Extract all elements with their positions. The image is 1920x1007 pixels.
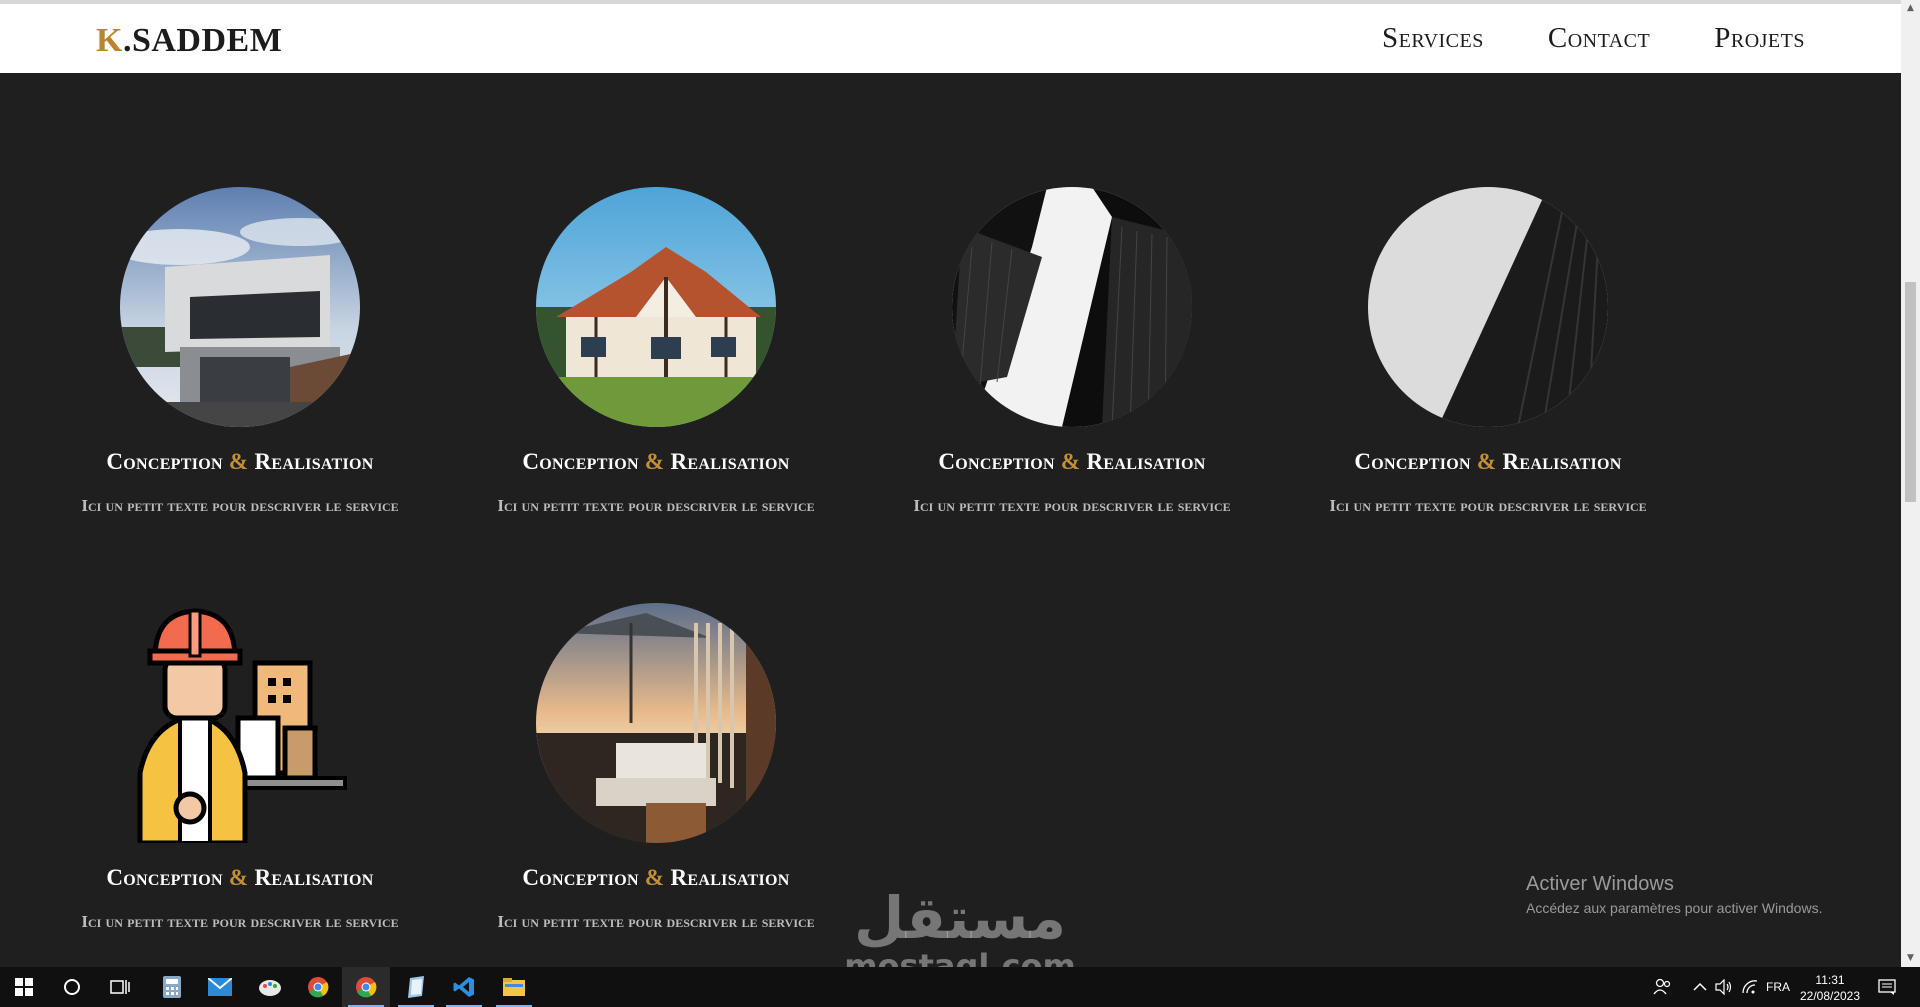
service-card: Conception & Realisation Ici un petit te…: [70, 187, 410, 517]
service-description: Ici un petit texte pour descriver le ser…: [913, 496, 1231, 515]
scroll-down-arrow-icon[interactable]: ▼: [1901, 950, 1920, 967]
nav-link-contact[interactable]: Contact: [1548, 22, 1650, 55]
service-card: Conception & Realisation Ici un petit te…: [70, 603, 410, 933]
service-description: Ici un petit texte pour descriver le ser…: [81, 912, 399, 931]
notifications-icon[interactable]: [1878, 967, 1896, 1007]
nav-link-projets[interactable]: Projets: [1714, 22, 1805, 55]
vertical-scrollbar[interactable]: ▲ ▼: [1901, 0, 1920, 967]
service-card: Conception & Realisation Ici un petit te…: [902, 187, 1242, 517]
service-title: Conception: [938, 449, 1055, 474]
volume-icon[interactable]: [1715, 967, 1733, 1007]
service-title: Conception: [522, 449, 639, 474]
windows-activation-notice: Activer Windows Accédez aux paramètres p…: [1526, 873, 1823, 916]
tudor-house-photo: [536, 187, 776, 427]
vscode-icon[interactable]: [440, 967, 488, 1007]
service-title: Conception: [106, 865, 223, 890]
service-description: Ici un petit texte pour descriver le ser…: [497, 912, 815, 931]
engineer-illustration: [120, 603, 360, 843]
scrollbar-thumb[interactable]: [1905, 282, 1916, 502]
service-card: Conception & Realisation Ici un petit te…: [486, 603, 826, 933]
language-indicator[interactable]: FRA: [1766, 967, 1790, 1007]
terrace-photo: [536, 603, 776, 843]
main-nav: Services Contact Projets: [1382, 22, 1805, 55]
chrome-active-icon[interactable]: [342, 967, 390, 1007]
service-description: Ici un petit texte pour descriver le ser…: [497, 496, 815, 515]
facade-detail-photo: [1368, 187, 1608, 427]
service-card: Conception & Realisation Ici un petit te…: [486, 187, 826, 517]
paint-icon[interactable]: [246, 967, 294, 1007]
service-card: Conception & Realisation Ici un petit te…: [1318, 187, 1658, 517]
chevron-up-icon[interactable]: [1693, 967, 1707, 1007]
task-view-icon[interactable]: [96, 967, 144, 1007]
modern-house-photo: [120, 187, 360, 427]
site-header: K.SADDEM Services Contact Projets: [0, 0, 1901, 73]
site-logo[interactable]: K.SADDEM: [96, 22, 282, 60]
calculator-icon[interactable]: [148, 967, 196, 1007]
notepad-icon[interactable]: [392, 967, 440, 1007]
mail-icon[interactable]: [196, 967, 244, 1007]
taskbar: FRA 11:31 22/08/2023: [0, 967, 1920, 1007]
scroll-up-arrow-icon[interactable]: ▲: [1901, 0, 1920, 17]
service-title: Conception: [106, 449, 223, 474]
file-explorer-icon[interactable]: [490, 967, 538, 1007]
service-description: Ici un petit texte pour descriver le ser…: [81, 496, 399, 515]
service-title: Conception: [522, 865, 639, 890]
service-title: Conception: [1354, 449, 1471, 474]
people-icon[interactable]: [1652, 967, 1672, 1007]
chrome-icon[interactable]: [294, 967, 342, 1007]
skyscrapers-photo: [952, 187, 1192, 427]
network-icon[interactable]: [1741, 967, 1759, 1007]
service-description: Ici un petit texte pour descriver le ser…: [1329, 496, 1647, 515]
taskbar-clock[interactable]: 11:31 22/08/2023: [1790, 972, 1870, 1004]
search-circle-icon[interactable]: [48, 967, 96, 1007]
windows-start-icon[interactable]: [0, 967, 48, 1007]
nav-link-services[interactable]: Services: [1382, 22, 1484, 55]
